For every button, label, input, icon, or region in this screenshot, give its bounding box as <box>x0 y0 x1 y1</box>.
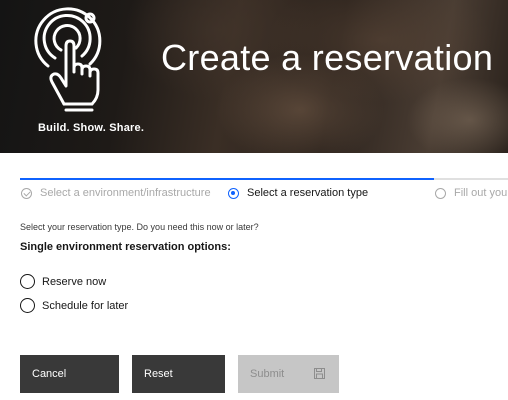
progress-step-details[interactable]: Fill out your <box>435 187 508 199</box>
radio-button[interactable] <box>20 298 35 313</box>
save-icon <box>314 368 325 379</box>
brand-tagline: Build. Show. Share. <box>38 122 145 134</box>
touch-tap-icon <box>34 7 102 112</box>
header-banner: Build. Show. Share. Create a reservation <box>0 0 508 153</box>
progress-step-label: Select a reservation type <box>247 187 369 199</box>
submit-button[interactable]: Submit <box>238 355 339 393</box>
progress-bar-step-2 <box>228 178 434 180</box>
progress-step-environment[interactable]: Select a environment/infrastructure <box>21 187 216 199</box>
progress-indicator: Select a environment/infrastructure Sele… <box>0 178 508 202</box>
radio-label: Reserve now <box>42 275 107 288</box>
current-step-icon <box>228 187 239 199</box>
radio-button[interactable] <box>20 274 35 289</box>
radio-label: Schedule for later <box>42 299 129 312</box>
progress-step-label: Fill out your <box>454 187 508 199</box>
reset-button[interactable]: Reset <box>132 355 225 393</box>
cancel-button[interactable]: Cancel <box>20 355 119 393</box>
progress-step-label: Select a environment/infrastructure <box>40 187 211 199</box>
submit-button-label: Submit <box>250 368 285 380</box>
incomplete-circle-icon <box>435 187 446 199</box>
radio-schedule-later[interactable]: Schedule for later <box>20 298 128 313</box>
page-title: Create a reservation <box>161 37 494 78</box>
checkmark-circle-icon <box>21 187 32 199</box>
progress-bar-step-1 <box>20 178 228 180</box>
radio-group-title: Single environment reservation options: <box>20 241 231 253</box>
brand-logo: Build. Show. Share. <box>18 6 144 134</box>
progress-bar-step-3 <box>434 178 508 180</box>
helper-text: Select your reservation type. Do you nee… <box>20 222 259 232</box>
progress-step-reservation-type[interactable]: Select a reservation type <box>228 187 368 199</box>
radio-reserve-now[interactable]: Reserve now <box>20 274 106 289</box>
